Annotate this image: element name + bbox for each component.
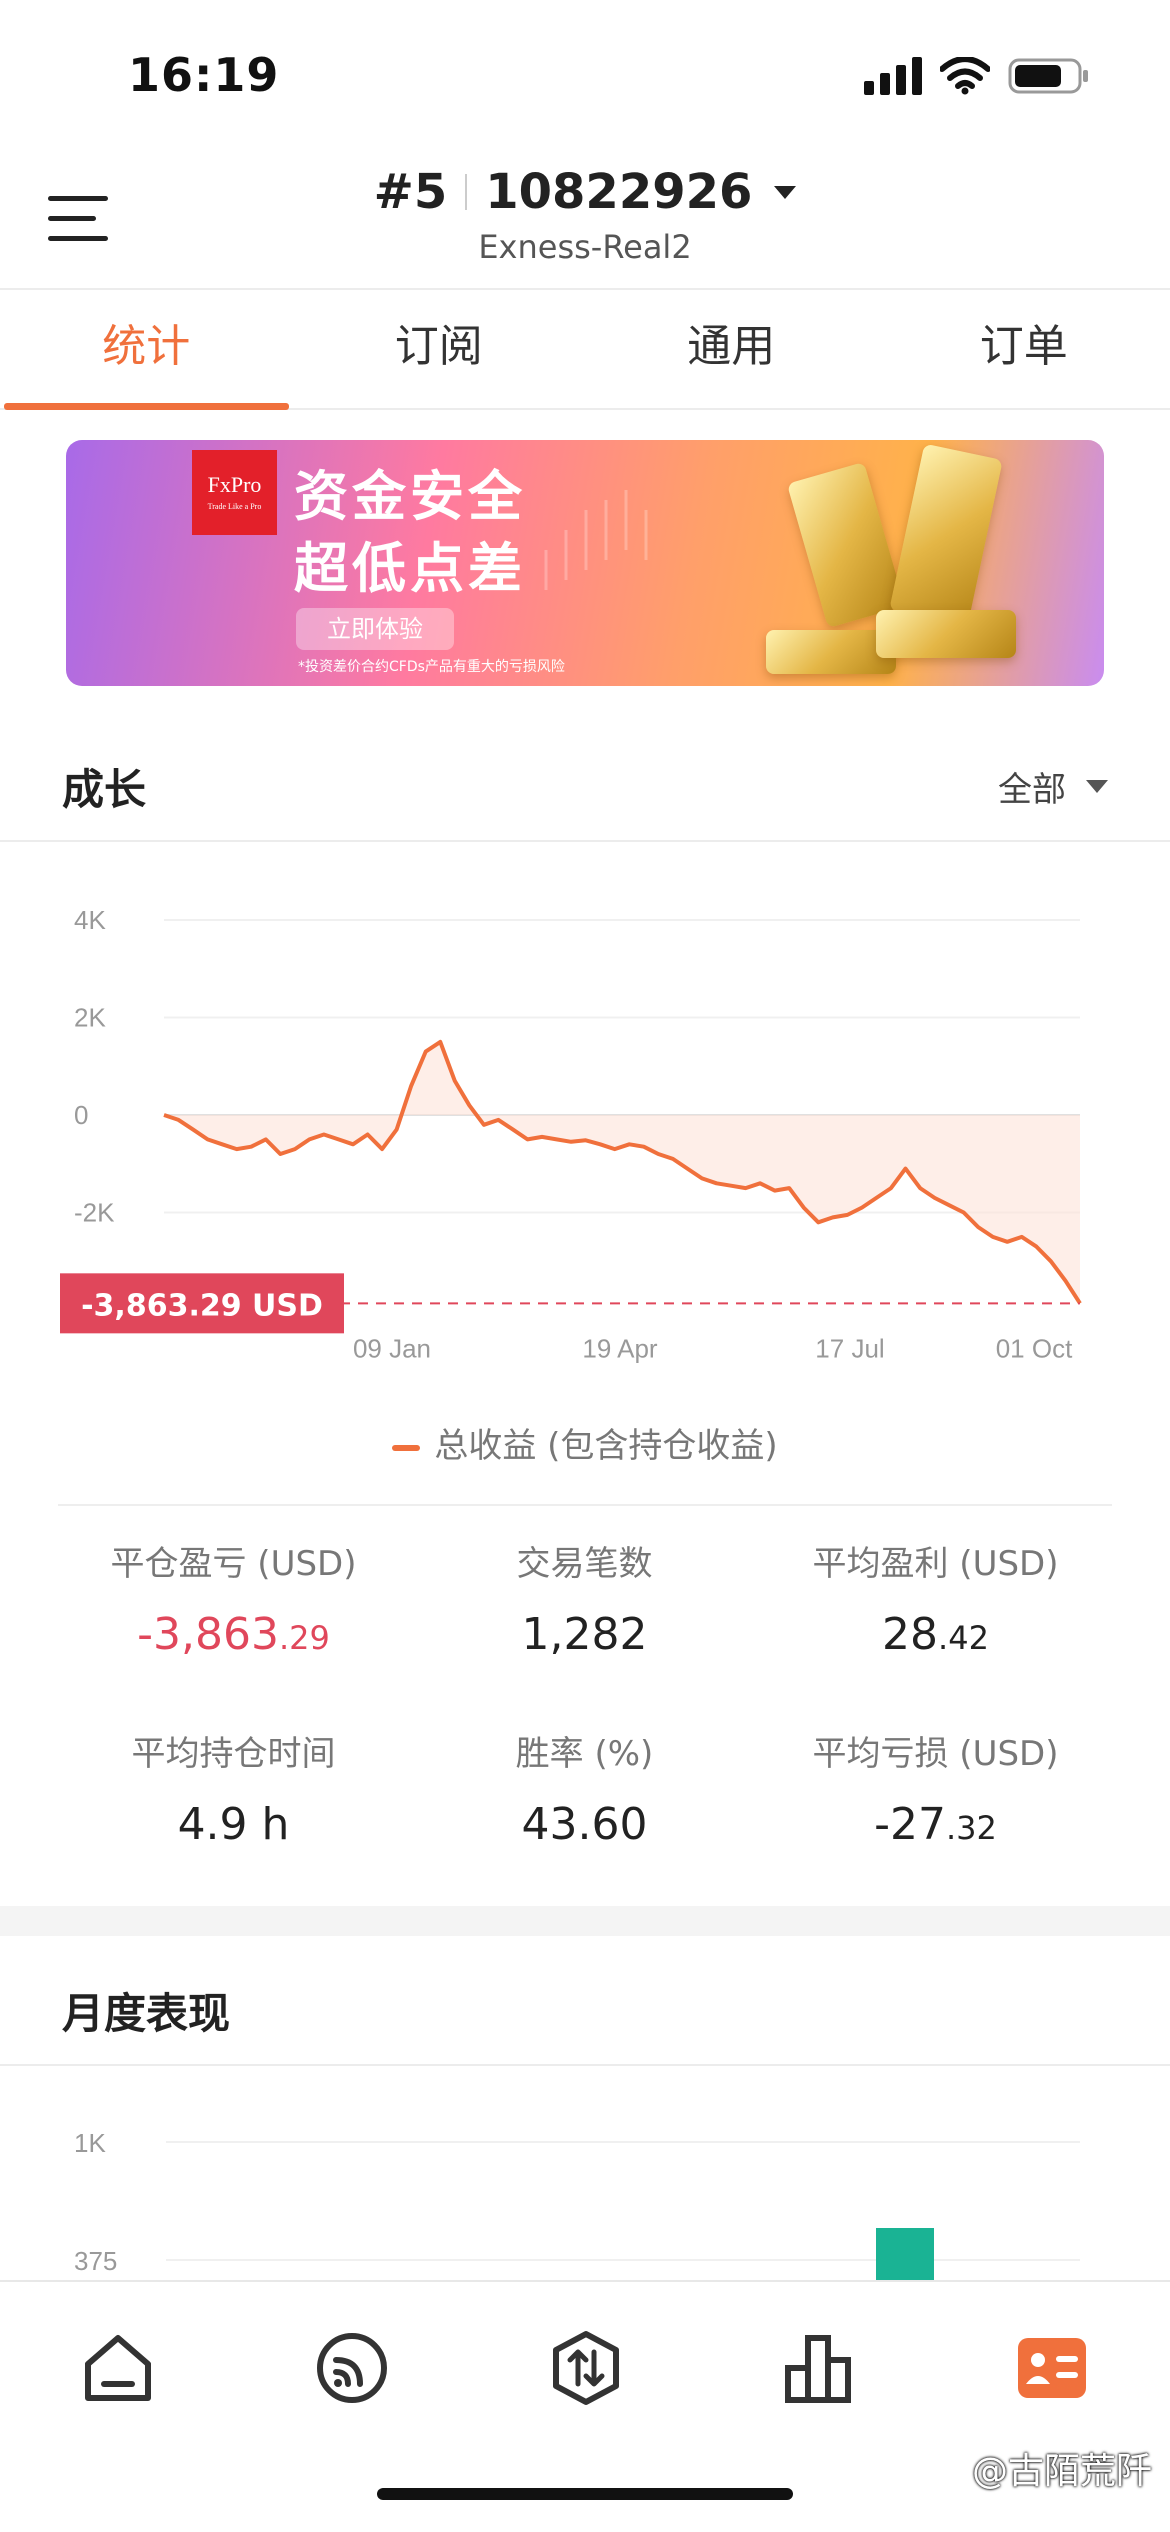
stat-value: 4.9 h: [58, 1799, 409, 1850]
watermark: @古陌荒阡: [971, 2451, 1152, 2492]
monthly-title: 月度表现: [62, 1989, 231, 2038]
stat-value-dec: .29: [278, 1619, 330, 1657]
x-tick-label: 17 Jul: [815, 1333, 884, 1363]
stat-label: 平均亏损 (USD): [812, 1734, 1059, 1774]
stat-avg-profit: 平均盈利 (USD) 28.42: [760, 1536, 1111, 1660]
stat-value: 1,282: [409, 1609, 760, 1660]
account-server: Exness-Real2: [478, 228, 692, 266]
stat-label: 平均盈利 (USD): [812, 1544, 1059, 1584]
account-selector[interactable]: #5 10822926: [374, 164, 797, 220]
monthly-chart: 1K 375: [74, 2128, 1080, 2280]
y-tick-label: 0: [74, 1100, 88, 1130]
banner-cta-button[interactable]: 立即体验: [296, 608, 454, 650]
y-tick-label: 4K: [74, 905, 106, 935]
stat-label: 交易笔数: [516, 1544, 653, 1584]
stat-value-int: 28: [882, 1609, 939, 1660]
stat-value: -3,863.29: [58, 1609, 409, 1660]
legend-label: 总收益 (包含持仓收益): [434, 1426, 778, 1466]
x-tick-label: 19 Apr: [582, 1333, 658, 1363]
fxpro-logo: FxPro Trade Like a Pro: [192, 450, 277, 535]
stat-trade-count: 交易笔数 1,282: [409, 1536, 760, 1660]
account-separator: [465, 174, 468, 210]
y-tick-label: 1K: [74, 2128, 106, 2158]
tab-subscriptions[interactable]: 订阅: [293, 292, 586, 408]
stat-value-int: -3,863: [137, 1609, 279, 1660]
monthly-section-header: 月度表现: [0, 1936, 1170, 2066]
growth-chart: 4K 2K 0 -2K -3,863.29 USD 09 Jan 19 Apr 17 Jul 0…: [60, 905, 1082, 1363]
stat-label: 平仓盈亏 (USD): [110, 1544, 357, 1584]
banner-disclaimer: *投资差价合约CFDs产品有重大的亏损风险: [298, 659, 565, 675]
status-icons: [864, 56, 1090, 96]
account-switcher: #5 10822926 Exness-Real2: [0, 164, 1170, 266]
account-header: #5 10822926 Exness-Real2: [0, 150, 1170, 290]
fxpro-logo-tagline: Trade Like a Pro: [207, 502, 262, 511]
stat-value: -27.32: [760, 1799, 1111, 1850]
growth-section-header: 成长 全部: [0, 712, 1170, 842]
status-bar: 16:19: [0, 0, 1170, 150]
stat-value-int: 4.9 h: [177, 1799, 290, 1850]
cellular-signal-icon: [864, 57, 922, 95]
gold-bar-image: [876, 610, 1016, 658]
x-tick-label: 09 Jan: [353, 1333, 431, 1363]
fxpro-logo-text: FxPro: [207, 472, 262, 497]
caret-down-icon: [774, 185, 797, 199]
battery-icon: [1008, 56, 1090, 96]
stat-value-dec: .42: [938, 1619, 989, 1657]
stat-avg-hold-time: 平均持仓时间 4.9 h: [58, 1726, 409, 1850]
tab-bar: 统计 订阅 通用 订单: [0, 292, 1170, 410]
signal-feed-icon[interactable]: [312, 2328, 392, 2408]
home-indicator: [377, 2488, 793, 2500]
stat-value-int: 43.60: [521, 1799, 648, 1850]
caret-down-icon: [1086, 780, 1108, 793]
current-value-label: -3,863.29 USD: [81, 1288, 323, 1323]
analytics-icon[interactable]: [780, 2328, 860, 2408]
trade-icon[interactable]: [546, 2328, 626, 2408]
stat-closed-pnl: 平仓盈亏 (USD) -3,863.29: [58, 1536, 409, 1660]
profile-card-icon[interactable]: [1012, 2328, 1092, 2408]
account-number: 10822926: [485, 164, 753, 220]
tab-general[interactable]: 通用: [585, 292, 878, 408]
stat-value-int: 1,282: [521, 1609, 648, 1660]
account-prefix: #5: [373, 164, 448, 220]
stat-value-int: -27: [874, 1799, 946, 1850]
banner-headline-1: 资金安全: [294, 465, 526, 528]
section-gap: [0, 1906, 1170, 1936]
legend-swatch: [392, 1444, 421, 1451]
status-time: 16:19: [128, 48, 280, 102]
stat-label: 平均持仓时间: [131, 1734, 336, 1774]
monthly-bar: [876, 2228, 934, 2280]
stat-value-dec: .32: [945, 1809, 997, 1847]
promo-banner[interactable]: FxPro Trade Like a Pro 资金安全 超低点差 立即体验 *投资…: [66, 440, 1104, 686]
stat-win-rate: 胜率 (%) 43.60: [409, 1726, 760, 1850]
tab-orders[interactable]: 订单: [878, 292, 1170, 408]
banner-headline-2: 超低点差: [294, 537, 526, 600]
stat-avg-loss: 平均亏损 (USD) -27.32: [760, 1726, 1111, 1850]
tab-statistics[interactable]: 统计: [0, 292, 293, 410]
range-value: 全部: [998, 770, 1066, 810]
home-icon[interactable]: [78, 2328, 158, 2408]
section-divider: [58, 1504, 1112, 1506]
range-dropdown[interactable]: 全部: [998, 762, 1108, 811]
wifi-icon: [940, 57, 990, 95]
y-tick-label: 2K: [74, 1003, 106, 1033]
stat-value: 28.42: [760, 1609, 1111, 1660]
y-tick-label: -2K: [74, 1198, 115, 1228]
chart-legend: 总收益 (包含持仓收益): [0, 1418, 1170, 1467]
x-tick-label: 01 Oct: [996, 1333, 1073, 1363]
growth-title: 成长: [62, 765, 147, 814]
stat-label: 胜率 (%): [515, 1734, 654, 1774]
y-tick-label: 375: [74, 2246, 117, 2276]
series-area: [164, 1041, 1080, 1304]
stat-value: 43.60: [409, 1799, 760, 1850]
